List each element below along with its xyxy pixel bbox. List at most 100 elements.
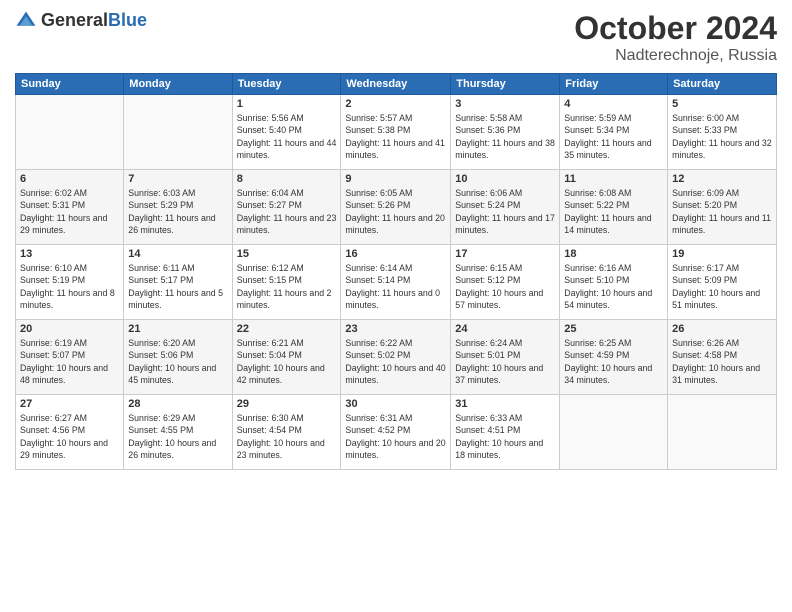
calendar-cell: 7Sunrise: 6:03 AMSunset: 5:29 PMDaylight… <box>124 170 232 245</box>
calendar-cell: 14 Sunrise: 6:11 AMSunset: 5:17 PMDayligh… <box>124 245 232 320</box>
day-number: 21 <box>128 323 227 335</box>
header: GeneralBlue October 2024 Nadterechnoje, … <box>15 10 777 65</box>
logo-text: GeneralBlue <box>41 11 147 31</box>
day-detail: Sunrise: 6:29 AMSunset: 4:55 PMDaylight:… <box>128 412 227 461</box>
calendar-cell: 29 Sunrise: 6:30 AMSunset: 4:54 PMDayligh… <box>232 395 341 470</box>
header-day-monday: Monday <box>124 74 232 95</box>
day-detail: Sunrise: 6:27 AMSunset: 4:56 PMDaylight:… <box>20 412 119 461</box>
title-section: October 2024 Nadterechnoje, Russia <box>574 10 777 65</box>
calendar-cell: 13 Sunrise: 6:10 AMSunset: 5:19 PMDayligh… <box>16 245 124 320</box>
day-number: 2 <box>345 98 446 110</box>
day-detail: Sunrise: 5:57 AMSunset: 5:38 PMDaylight:… <box>345 112 446 161</box>
calendar-body: 1 Sunrise: 5:56 AMSunset: 5:40 PMDaylight… <box>16 95 777 470</box>
day-detail: Sunrise: 6:05 AMSunset: 5:26 PMDaylight:… <box>345 187 446 236</box>
day-number: 25 <box>564 323 663 335</box>
header-day-thursday: Thursday <box>451 74 560 95</box>
day-number: 26 <box>672 323 772 335</box>
day-detail: Sunrise: 6:12 AMSunset: 5:15 PMDaylight:… <box>237 262 337 311</box>
day-detail: Sunrise: 6:04 AMSunset: 5:27 PMDaylight:… <box>237 187 337 236</box>
day-detail: Sunrise: 6:21 AMSunset: 5:04 PMDaylight:… <box>237 337 337 386</box>
header-day-tuesday: Tuesday <box>232 74 341 95</box>
header-day-saturday: Saturday <box>668 74 777 95</box>
day-detail: Sunrise: 6:31 AMSunset: 4:52 PMDaylight:… <box>345 412 446 461</box>
day-number: 22 <box>237 323 337 335</box>
location-title: Nadterechnoje, Russia <box>574 47 777 65</box>
day-number: 7 <box>128 173 227 185</box>
day-number: 12 <box>672 173 772 185</box>
calendar-cell <box>560 395 668 470</box>
week-row-3: 13 Sunrise: 6:10 AMSunset: 5:19 PMDayligh… <box>16 245 777 320</box>
calendar-cell: 30 Sunrise: 6:31 AMSunset: 4:52 PMDayligh… <box>341 395 451 470</box>
day-detail: Sunrise: 6:09 AMSunset: 5:20 PMDaylight:… <box>672 187 772 236</box>
day-detail: Sunrise: 6:02 AMSunset: 5:31 PMDaylight:… <box>20 187 119 236</box>
day-detail: Sunrise: 6:08 AMSunset: 5:22 PMDaylight:… <box>564 187 663 236</box>
day-detail: Sunrise: 6:16 AMSunset: 5:10 PMDaylight:… <box>564 262 663 311</box>
calendar-cell: 9 Sunrise: 6:05 AMSunset: 5:26 PMDaylight… <box>341 170 451 245</box>
calendar-cell: 28 Sunrise: 6:29 AMSunset: 4:55 PMDayligh… <box>124 395 232 470</box>
calendar-cell: 12 Sunrise: 6:09 AMSunset: 5:20 PMDayligh… <box>668 170 777 245</box>
calendar-cell: 16Sunrise: 6:14 AMSunset: 5:14 PMDayligh… <box>341 245 451 320</box>
day-number: 23 <box>345 323 446 335</box>
day-number: 19 <box>672 248 772 260</box>
day-number: 9 <box>345 173 446 185</box>
calendar-header: SundayMondayTuesdayWednesdayThursdayFrid… <box>16 74 777 95</box>
header-day-sunday: Sunday <box>16 74 124 95</box>
calendar-cell: 20Sunrise: 6:19 AMSunset: 5:07 PMDayligh… <box>16 320 124 395</box>
day-number: 4 <box>564 98 663 110</box>
day-number: 30 <box>345 398 446 410</box>
day-detail: Sunrise: 6:00 AMSunset: 5:33 PMDaylight:… <box>672 112 772 161</box>
day-number: 3 <box>455 98 555 110</box>
logo: GeneralBlue <box>15 10 147 32</box>
day-detail: Sunrise: 6:11 AMSunset: 5:17 PMDaylight:… <box>128 262 227 311</box>
calendar-cell: 18 Sunrise: 6:16 AMSunset: 5:10 PMDayligh… <box>560 245 668 320</box>
calendar-cell <box>124 95 232 170</box>
calendar-cell: 23 Sunrise: 6:22 AMSunset: 5:02 PMDayligh… <box>341 320 451 395</box>
day-detail: Sunrise: 6:30 AMSunset: 4:54 PMDaylight:… <box>237 412 337 461</box>
day-number: 16 <box>345 248 446 260</box>
day-number: 1 <box>237 98 337 110</box>
day-number: 29 <box>237 398 337 410</box>
header-day-wednesday: Wednesday <box>341 74 451 95</box>
week-row-2: 6 Sunrise: 6:02 AMSunset: 5:31 PMDaylight… <box>16 170 777 245</box>
logo-icon <box>15 10 37 32</box>
day-number: 13 <box>20 248 119 260</box>
calendar-cell: 6 Sunrise: 6:02 AMSunset: 5:31 PMDaylight… <box>16 170 124 245</box>
day-detail: Sunrise: 6:25 AMSunset: 4:59 PMDaylight:… <box>564 337 663 386</box>
header-day-friday: Friday <box>560 74 668 95</box>
day-number: 8 <box>237 173 337 185</box>
day-detail: Sunrise: 6:22 AMSunset: 5:02 PMDaylight:… <box>345 337 446 386</box>
calendar-cell: 19Sunrise: 6:17 AMSunset: 5:09 PMDayligh… <box>668 245 777 320</box>
day-number: 28 <box>128 398 227 410</box>
calendar-table: SundayMondayTuesdayWednesdayThursdayFrid… <box>15 73 777 470</box>
day-number: 6 <box>20 173 119 185</box>
day-number: 24 <box>455 323 555 335</box>
calendar-cell: 8 Sunrise: 6:04 AMSunset: 5:27 PMDaylight… <box>232 170 341 245</box>
calendar-cell: 11Sunrise: 6:08 AMSunset: 5:22 PMDayligh… <box>560 170 668 245</box>
logo-blue: Blue <box>108 10 147 30</box>
day-number: 27 <box>20 398 119 410</box>
calendar-cell: 26Sunrise: 6:26 AMSunset: 4:58 PMDayligh… <box>668 320 777 395</box>
calendar-cell: 2 Sunrise: 5:57 AMSunset: 5:38 PMDaylight… <box>341 95 451 170</box>
calendar-cell: 15 Sunrise: 6:12 AMSunset: 5:15 PMDayligh… <box>232 245 341 320</box>
calendar-cell <box>16 95 124 170</box>
day-detail: Sunrise: 5:56 AMSunset: 5:40 PMDaylight:… <box>237 112 337 161</box>
calendar-cell: 1 Sunrise: 5:56 AMSunset: 5:40 PMDaylight… <box>232 95 341 170</box>
day-detail: Sunrise: 6:10 AMSunset: 5:19 PMDaylight:… <box>20 262 119 311</box>
day-number: 5 <box>672 98 772 110</box>
day-detail: Sunrise: 5:58 AMSunset: 5:36 PMDaylight:… <box>455 112 555 161</box>
day-number: 15 <box>237 248 337 260</box>
calendar-cell: 17Sunrise: 6:15 AMSunset: 5:12 PMDayligh… <box>451 245 560 320</box>
calendar-cell: 10Sunrise: 6:06 AMSunset: 5:24 PMDayligh… <box>451 170 560 245</box>
calendar-cell: 27 Sunrise: 6:27 AMSunset: 4:56 PMDayligh… <box>16 395 124 470</box>
day-detail: Sunrise: 6:24 AMSunset: 5:01 PMDaylight:… <box>455 337 555 386</box>
day-number: 31 <box>455 398 555 410</box>
week-row-4: 20Sunrise: 6:19 AMSunset: 5:07 PMDayligh… <box>16 320 777 395</box>
week-row-5: 27 Sunrise: 6:27 AMSunset: 4:56 PMDayligh… <box>16 395 777 470</box>
header-row: SundayMondayTuesdayWednesdayThursdayFrid… <box>16 74 777 95</box>
day-number: 14 <box>128 248 227 260</box>
calendar-cell: 5 Sunrise: 6:00 AMSunset: 5:33 PMDaylight… <box>668 95 777 170</box>
day-number: 18 <box>564 248 663 260</box>
week-row-1: 1 Sunrise: 5:56 AMSunset: 5:40 PMDaylight… <box>16 95 777 170</box>
logo-general: General <box>41 10 108 30</box>
day-detail: Sunrise: 6:15 AMSunset: 5:12 PMDaylight:… <box>455 262 555 311</box>
